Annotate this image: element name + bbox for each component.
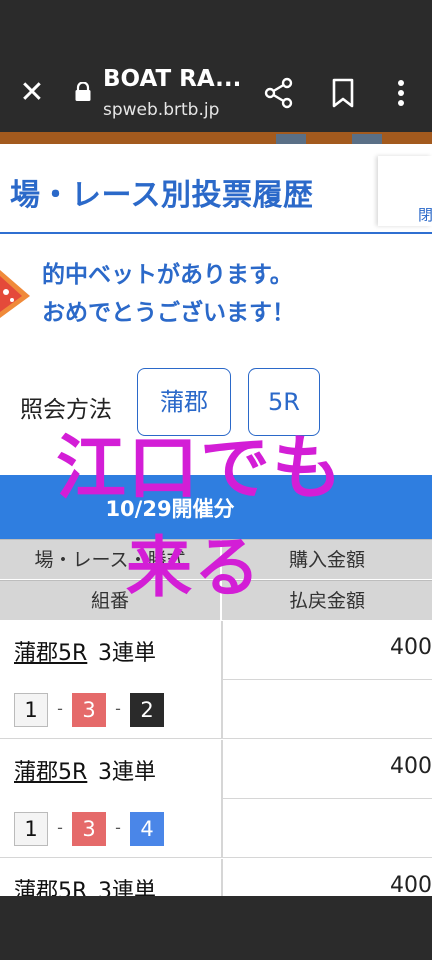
lock-icon — [75, 82, 91, 101]
overlay-caption-line1: 江口でも — [56, 427, 344, 509]
row-divider — [222, 798, 432, 799]
more-vert-icon[interactable] — [386, 76, 416, 110]
row-divider — [222, 679, 432, 680]
header-close-label: 閉 — [418, 206, 432, 224]
hit-message: 的中ベットがあります。 おめでとうございます！ — [42, 256, 295, 332]
browser-url[interactable]: spweb.brtb.jp — [103, 100, 219, 120]
table-row: 蒲郡5R 3連単 400 1 - 3 - 4 — [0, 740, 432, 858]
close-icon[interactable]: ✕ — [14, 76, 50, 112]
boat-number-2nd: 3 — [72, 693, 106, 727]
system-navigation-bar — [0, 896, 432, 960]
table-row: 蒲郡5R 3連単 400 1 - 3 - 2 — [0, 621, 432, 739]
page-header: 場・レース別投票履歴 閉 — [0, 144, 432, 234]
column-divider — [221, 740, 223, 858]
combo-separator: - — [57, 699, 63, 718]
purchase-amount: 400 — [390, 873, 432, 898]
combo-separator: - — [57, 818, 63, 837]
boat-number-1st: 1 — [14, 812, 48, 846]
combo-separator: - — [115, 818, 121, 837]
boat-number-3rd: 2 — [130, 693, 164, 727]
bookmark-icon[interactable] — [326, 76, 360, 110]
header-close-button[interactable]: 閉 — [378, 156, 432, 226]
browser-page-title: BOAT RA... — [103, 66, 242, 92]
hit-message-line1: 的中ベットがあります。 — [42, 262, 293, 288]
column-divider — [221, 621, 223, 739]
status-bar — [0, 0, 432, 48]
site-banner-strip — [0, 132, 432, 144]
boat-number-3rd: 4 — [130, 812, 164, 846]
share-icon[interactable] — [262, 76, 296, 110]
page-title: 場・レース別投票履歴 — [10, 178, 314, 213]
overlay-caption-line2: 来る — [126, 529, 262, 606]
bet-type: 3連単 — [98, 760, 156, 785]
browser-toolbar: ✕ BOAT RA... spweb.brtb.jp — [0, 48, 432, 132]
purchase-amount: 400 — [390, 754, 432, 779]
race-link[interactable]: 蒲郡5R — [14, 635, 87, 667]
boat-number-1st: 1 — [14, 693, 48, 727]
bet-type: 3連単 — [98, 641, 156, 666]
race-link[interactable]: 蒲郡5R — [14, 754, 87, 786]
purchase-amount: 400 — [390, 635, 432, 660]
mascot-icon — [0, 270, 30, 318]
combo-separator: - — [115, 699, 121, 718]
hit-message-line2: おめでとうございます！ — [42, 300, 295, 326]
boat-number-2nd: 3 — [72, 812, 106, 846]
